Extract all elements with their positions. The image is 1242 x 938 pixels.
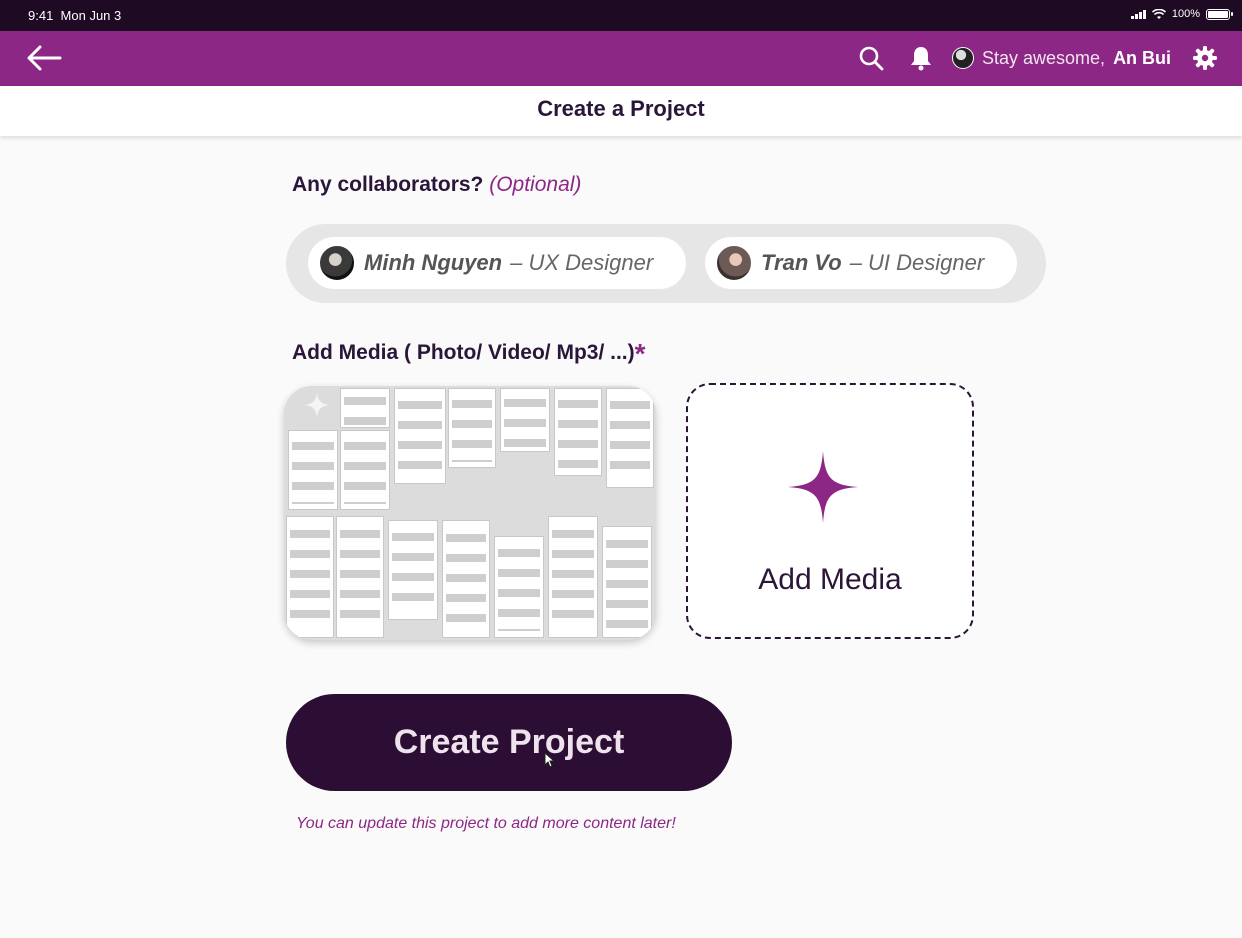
wireframe-thumb — [500, 388, 550, 452]
settings-gear-icon[interactable] — [1192, 45, 1218, 71]
media-label-text: Add Media ( Photo/ Video/ Mp3/ ...) — [292, 341, 635, 364]
avatar — [715, 244, 753, 282]
status-indicators: 100% — [1130, 8, 1233, 20]
wireframe-thumb — [448, 388, 496, 468]
avatar — [952, 47, 974, 69]
collaborator-role: – UX Designer — [510, 250, 654, 275]
user-name: An Bui — [1113, 47, 1172, 68]
collaborator-chip-minh[interactable]: Minh Nguyen – UX Designer — [308, 237, 686, 289]
wireframe-thumb — [340, 388, 390, 428]
greeting-text: Stay awesome, — [982, 47, 1106, 68]
wireframe-thumb — [286, 516, 334, 638]
search-icon[interactable] — [858, 45, 884, 71]
title-bar: Create a Project — [0, 86, 1242, 136]
collaborators-label-text: Any collaborators? — [292, 173, 484, 196]
media-label: Add Media ( Photo/ Video/ Mp3/ ...)* — [292, 334, 646, 369]
collaborators-list: Minh Nguyen – UX Designer Tran Vo – UI D… — [286, 224, 1046, 303]
wifi-icon — [1151, 8, 1166, 19]
collaborators-label: Any collaborators? (Optional) — [292, 173, 581, 197]
wireframe-thumb — [602, 526, 652, 638]
bell-icon[interactable] — [908, 45, 934, 71]
collaborator-name: Tran Vo — [761, 250, 842, 275]
wireframe-thumb — [606, 388, 654, 488]
collaborator-chip-tran[interactable]: Tran Vo – UI Designer — [705, 237, 1017, 289]
sparkle-icon — [304, 392, 330, 418]
time-text: 9:41 — [28, 8, 54, 23]
required-mark: * — [634, 338, 646, 369]
date-text: Mon Jun 3 — [60, 8, 122, 23]
avatar — [318, 244, 356, 282]
user-greeting[interactable]: Stay awesome, An Bui — [952, 45, 1171, 71]
wireframe-thumb — [554, 388, 602, 476]
create-project-button[interactable]: Create Project — [286, 694, 732, 791]
wireframe-thumb — [442, 520, 490, 638]
status-bar: 9:41 Mon Jun 3 100% — [0, 0, 1242, 31]
wireframe-thumb — [388, 520, 438, 620]
signal-icon — [1130, 9, 1146, 19]
sparkle-icon — [788, 451, 858, 523]
battery-percent: 100% — [1171, 8, 1200, 20]
collaborator-role: – UI Designer — [849, 250, 985, 275]
back-arrow-icon[interactable] — [24, 43, 64, 73]
app-header: Stay awesome, An Bui — [0, 31, 1242, 86]
cursor-pointer-icon — [544, 752, 556, 768]
add-media-label: Add Media — [758, 563, 902, 596]
wireframe-thumb — [394, 388, 446, 484]
battery-icon — [1206, 8, 1233, 20]
collaborator-name: Minh Nguyen — [364, 250, 503, 275]
optional-tag: (Optional) — [489, 173, 582, 196]
add-media-button[interactable]: Add Media — [686, 383, 974, 639]
wireframe-thumb — [494, 536, 544, 638]
status-time: 9:41 Mon Jun 3 — [28, 8, 121, 23]
update-hint: You can update this project to add more … — [296, 815, 676, 832]
wireframe-thumb — [340, 430, 390, 510]
wireframe-thumb — [288, 430, 338, 510]
wireframe-thumb — [548, 516, 598, 638]
wireframe-thumb — [336, 516, 384, 638]
media-thumbnail[interactable] — [284, 386, 656, 640]
page-title: Create a Project — [537, 96, 705, 121]
